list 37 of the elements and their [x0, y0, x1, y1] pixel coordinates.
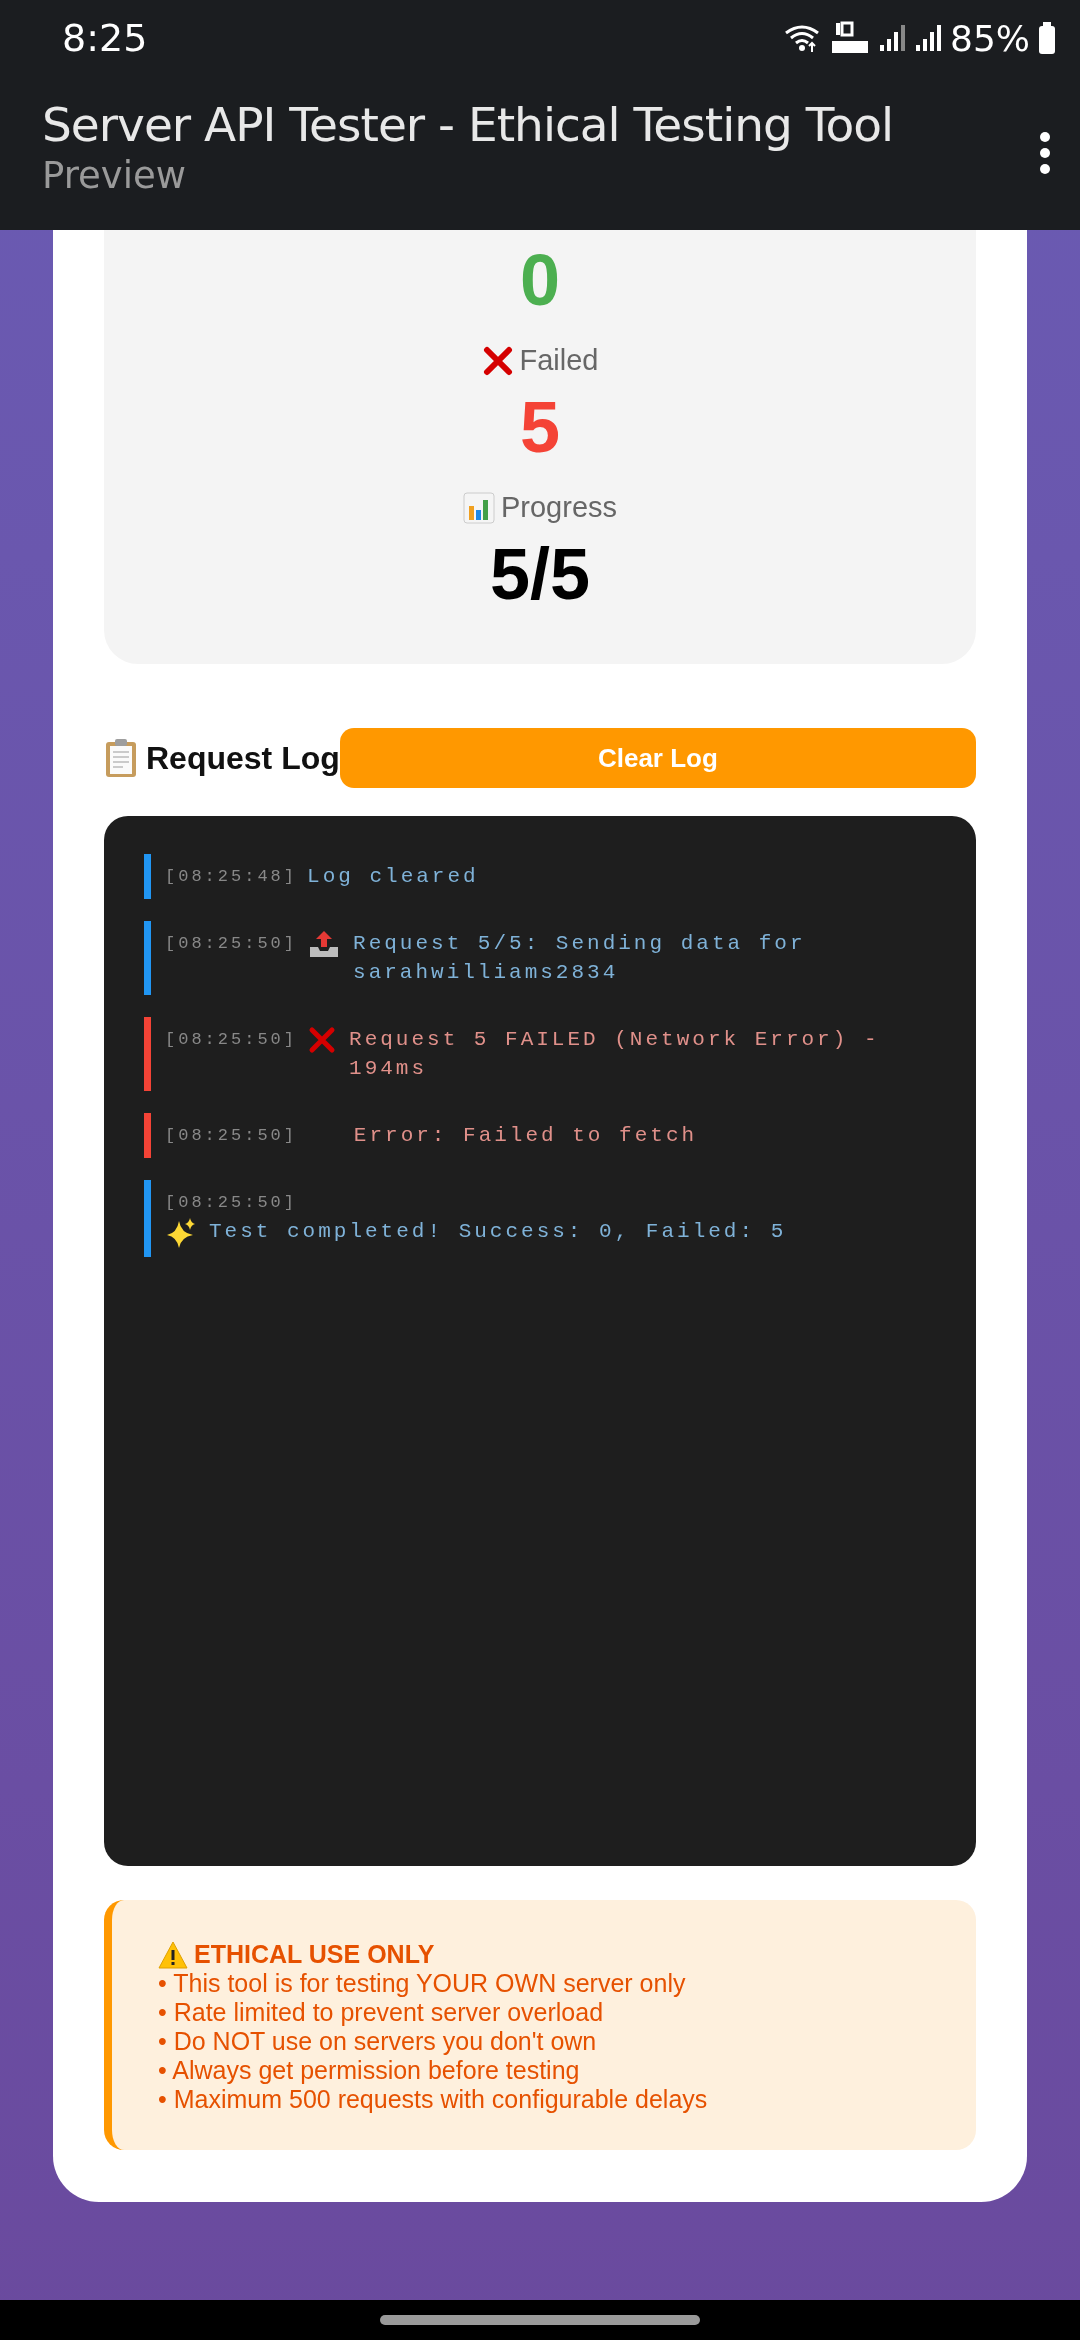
- stat-value: 0: [519, 239, 560, 322]
- signal-icon: [914, 23, 942, 53]
- warning-icon: [158, 1940, 188, 1969]
- warning-item: • Maximum 500 requests with configurable delays: [158, 2085, 709, 2114]
- bar-chart-icon: [462, 491, 495, 524]
- warning-item: • Rate limited to prevent server overload: [158, 1998, 605, 2027]
- warning-title: ETHICAL USE ONLY: [194, 1940, 435, 1969]
- clock: 8:25: [62, 16, 148, 60]
- stat-label: Failed: [519, 344, 599, 377]
- warning-item: • This tool is for testing YOUR OWN server only: [158, 1969, 687, 1998]
- clear-log-button[interactable]: Clear Log: [339, 728, 976, 788]
- log-heading: Request Log: [146, 739, 340, 777]
- stat-value: 5/5: [489, 533, 591, 616]
- warning-item: • Always get permission before testing: [158, 2056, 581, 2085]
- log-message: Error: Failed to fetch: [352, 1123, 699, 1149]
- stat-label: Progress: [500, 491, 617, 524]
- log-message: Request 5 FAILED (Network Error) - 194ms: [349, 1027, 881, 1082]
- battery-percent: 85%: [950, 17, 1030, 59]
- log-message: Log cleared: [307, 864, 480, 890]
- app-title: Server API Tester - Ethical Testing Tool: [42, 97, 894, 152]
- log-timestamp: [08:25:50]: [165, 933, 298, 955]
- clipboard-icon: [104, 738, 138, 778]
- cross-icon: [481, 344, 514, 377]
- battery-icon: [1038, 22, 1056, 54]
- more-menu-icon[interactable]: [1038, 131, 1052, 175]
- log-timestamp: [08:25:50]: [165, 1125, 298, 1147]
- app-subtitle: Preview: [42, 154, 188, 197]
- log-message: Test completed! Success: 0, Failed: 5: [209, 1219, 788, 1245]
- signal-icon: [878, 23, 906, 53]
- warning-item: • Do NOT use on servers you don't own: [158, 2027, 598, 2056]
- log-timestamp: [08:25:50]: [165, 1192, 299, 1214]
- log-timestamp: [08:25:50]: [165, 1029, 298, 1051]
- log-message: Request 5/5: Sending data for sarahwilliams2834: [353, 931, 807, 986]
- home-handle[interactable]: [380, 2315, 700, 2325]
- sparkles-icon: [165, 1217, 197, 1249]
- stat-value: 5: [519, 386, 560, 469]
- log-timestamp: [08:25:48]: [165, 866, 298, 888]
